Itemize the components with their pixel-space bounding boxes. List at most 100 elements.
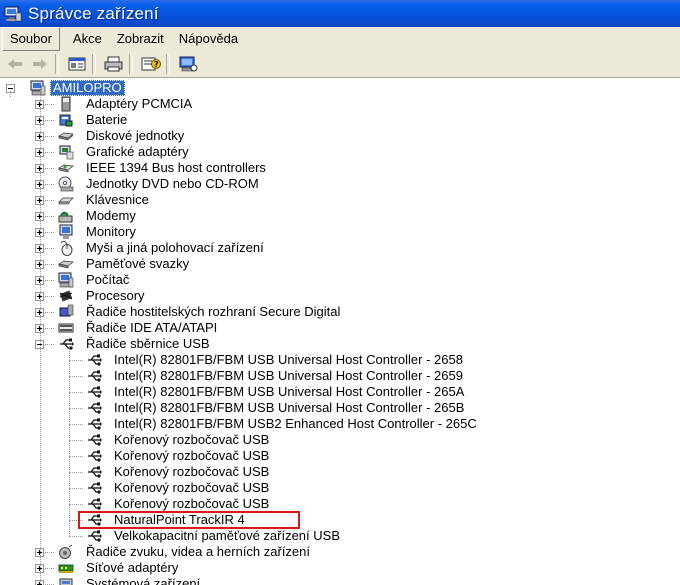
- tree-connector: [69, 456, 83, 457]
- tree-item-korenovy-rozbocovac-usb[interactable]: Kořenový rozbočovač USB: [112, 480, 271, 496]
- menu-zobrazit[interactable]: Zobrazit: [110, 28, 171, 50]
- ide-controller-icon: [58, 320, 74, 336]
- tree-item-graficke-adaptery[interactable]: Grafické adaptéry: [84, 144, 191, 160]
- device-tree[interactable]: AMILOPRO Adaptéry PCMCIA Baterie Diskové je…: [0, 78, 680, 585]
- sound-icon: [58, 544, 74, 560]
- monitor-icon: [58, 224, 74, 240]
- usb-icon: [86, 352, 102, 368]
- mouse-icon: [58, 240, 74, 256]
- tree-item-korenovy-rozbocovac-usb[interactable]: Kořenový rozbočovač USB: [112, 464, 271, 480]
- sd-host-icon: [58, 304, 74, 320]
- computer-icon: [58, 272, 74, 288]
- tree-item-korenovy-rozbocovac-usb[interactable]: Kořenový rozbočovač USB: [112, 496, 271, 512]
- print-button[interactable]: [103, 54, 125, 74]
- usb-icon: [86, 432, 102, 448]
- tree-item-korenovy-rozbocovac-usb[interactable]: Kořenový rozbočovač USB: [112, 448, 271, 464]
- tree-item-systemova-zarizeni[interactable]: Systémová zařízení: [84, 576, 202, 585]
- tree-item-intel-r-82801fb-fbm-usb-universal-host-controller-2659[interactable]: Intel(R) 82801FB/FBM USB Universal Host …: [112, 368, 465, 384]
- device-manager-window: Správce zařízení Soubor Akce Zobrazit Nápov…: [0, 0, 680, 585]
- highlight-box: [78, 511, 300, 529]
- network-adapter-icon: [58, 560, 74, 576]
- window-title: Správce zařízení: [28, 3, 159, 23]
- usb-icon: [86, 448, 102, 464]
- menu-napoveda[interactable]: Nápověda: [172, 28, 245, 50]
- tree-connector: [69, 360, 83, 361]
- usb-icon: [86, 384, 102, 400]
- usb-icon: [86, 368, 102, 384]
- tree-connector: [69, 376, 83, 377]
- display-adapter-icon: [58, 144, 74, 160]
- tree-item-radice-ide-ata-atapi[interactable]: Řadiče IDE ATA/ATAPI: [84, 320, 219, 336]
- usb-icon: [86, 480, 102, 496]
- scan-hardware-icon: [178, 56, 198, 72]
- toolbar-separator: [55, 54, 59, 74]
- tree-connector: [69, 346, 70, 536]
- tree-item-monitory[interactable]: Monitory: [84, 224, 138, 240]
- tree-item-intel-r-82801fb-fbm-usb-universal-host-controller-265b[interactable]: Intel(R) 82801FB/FBM USB Universal Host …: [112, 400, 466, 416]
- battery-icon: [58, 112, 74, 128]
- tree-item-sitove-adaptery[interactable]: Síťové adaptéry: [84, 560, 180, 576]
- computer-icon: [30, 80, 46, 96]
- device-manager-icon: [4, 6, 22, 22]
- print-icon: [104, 56, 124, 72]
- tree-connector: [69, 408, 83, 409]
- tree-root-label[interactable]: AMILOPRO: [50, 80, 125, 96]
- usb-icon: [86, 416, 102, 432]
- toolbar: ?: [0, 51, 680, 78]
- usb-icon: [86, 496, 102, 512]
- tree-item-velkokapacitni-pametove-zarizeni-usb[interactable]: Velkokapacitní paměťové zařízení USB: [112, 528, 342, 544]
- tree-item-adaptery-pcmcia[interactable]: Adaptéry PCMCIA: [84, 96, 194, 112]
- tree-item-pocitac[interactable]: Počítač: [84, 272, 131, 288]
- properties-button[interactable]: [66, 54, 88, 74]
- forward-arrow-button[interactable]: [29, 54, 51, 74]
- menu-soubor[interactable]: Soubor: [2, 27, 60, 51]
- toolbar-separator: [129, 54, 133, 74]
- processor-icon: [58, 288, 74, 304]
- scan-hardware-button[interactable]: [177, 54, 199, 74]
- tree-item-klavesnice[interactable]: Klávesnice: [84, 192, 151, 208]
- tree-item-modemy[interactable]: Modemy: [84, 208, 138, 224]
- back-arrow-icon: [6, 57, 24, 71]
- menu-bar: Soubor Akce Zobrazit Nápověda: [0, 27, 680, 52]
- help-icon: ?: [141, 56, 161, 72]
- disk-drive-icon: [58, 128, 74, 144]
- pcmcia-icon: [58, 96, 74, 112]
- tree-item-ieee-1394-bus-host-controllers[interactable]: IEEE 1394 Bus host controllers: [84, 160, 268, 176]
- help-button[interactable]: ?: [140, 54, 162, 74]
- modem-icon: [58, 208, 74, 224]
- toolbar-separator: [92, 54, 96, 74]
- back-arrow-button[interactable]: [4, 54, 26, 74]
- usb-icon: [86, 400, 102, 416]
- tree-connector: [69, 536, 83, 537]
- tree-connector: [10, 91, 11, 97]
- tree-item-baterie[interactable]: Baterie: [84, 112, 129, 128]
- tree-connector: [69, 472, 83, 473]
- tree-item-intel-r-82801fb-fbm-usb2-enhanced-host-controller-265c[interactable]: Intel(R) 82801FB/FBM USB2 Enhanced Host …: [112, 416, 479, 432]
- svg-text:?: ?: [154, 60, 159, 69]
- tree-item-radice-hostitelskych-rozhrani-secure-digital[interactable]: Řadiče hostitelských rozhraní Secure Dig…: [84, 304, 342, 320]
- menu-akce[interactable]: Akce: [66, 28, 109, 50]
- tree-item-korenovy-rozbocovac-usb[interactable]: Kořenový rozbočovač USB: [112, 432, 271, 448]
- tree-item-radice-sbernice-usb[interactable]: Řadiče sběrnice USB: [84, 336, 212, 352]
- properties-icon: [68, 56, 86, 72]
- keyboard-icon: [58, 192, 74, 208]
- tree-item-mysi-a-jina-polohovaci-zarizeni[interactable]: Myši a jiná polohovací zařízení: [84, 240, 266, 256]
- tree-connector: [69, 424, 83, 425]
- title-bar[interactable]: Správce zařízení: [0, 0, 680, 27]
- storage-volume-icon: [58, 256, 74, 272]
- tree-item-intel-r-82801fb-fbm-usb-universal-host-controller-2658[interactable]: Intel(R) 82801FB/FBM USB Universal Host …: [112, 352, 465, 368]
- usb-icon: [86, 464, 102, 480]
- ieee1394-icon: [58, 160, 74, 176]
- system-device-icon: [58, 576, 74, 585]
- tree-item-jednotky-dvd-nebo-cd-rom[interactable]: Jednotky DVD nebo CD-ROM: [84, 176, 261, 192]
- tree-item-radice-zvuku-videa-a-hernich-zarizeni[interactable]: Řadiče zvuku, videa a herních zařízení: [84, 544, 312, 560]
- tree-connector: [69, 488, 83, 489]
- tree-item-diskove-jednotky[interactable]: Diskové jednotky: [84, 128, 186, 144]
- usb-icon: [58, 336, 74, 352]
- tree-connector: [69, 392, 83, 393]
- tree-connector: [69, 440, 83, 441]
- tree-item-intel-r-82801fb-fbm-usb-universal-host-controller-265a[interactable]: Intel(R) 82801FB/FBM USB Universal Host …: [112, 384, 466, 400]
- tree-item-procesory[interactable]: Procesory: [84, 288, 147, 304]
- usb-icon: [86, 528, 102, 544]
- tree-item-pametove-svazky[interactable]: Paměťové svazky: [84, 256, 191, 272]
